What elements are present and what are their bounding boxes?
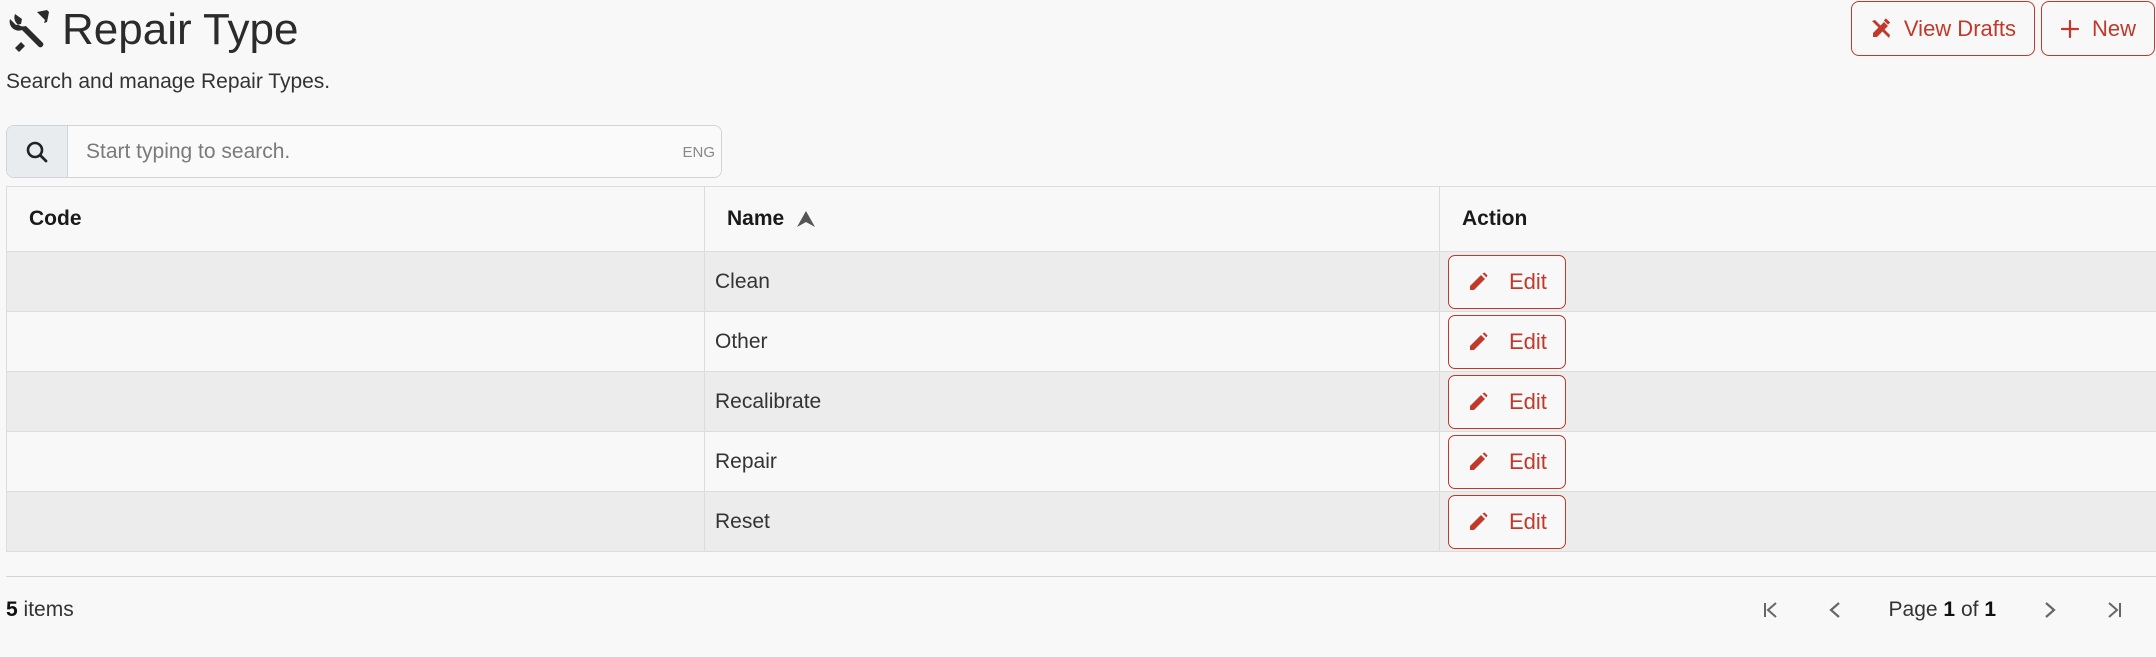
name-value: Repair [715,449,777,473]
pencil-icon [1470,272,1488,290]
edit-label: Edit [1509,328,1547,354]
edit-button[interactable]: Edit [1448,374,1566,429]
name-value: Reset [715,509,770,533]
name-value: Other [715,329,768,353]
edit-label: Edit [1509,388,1547,414]
items-count: 5 items [6,598,74,622]
cell-code [6,311,705,372]
last-page-icon [2108,602,2121,618]
sort-ascending-icon [797,211,816,227]
cell-name: Clean [704,251,1440,312]
cell-action: Edit [1439,251,2156,312]
current-page: 1 [1943,598,1956,621]
edit-label: Edit [1509,448,1547,474]
tools-icon [6,7,52,53]
chevron-right-icon [2045,602,2056,618]
top-actions: View Drafts New [1850,1,2155,56]
edit-button[interactable]: Edit [1448,434,1566,489]
search-icon [7,126,68,177]
column-header-name[interactable]: Name [704,186,1440,252]
name-value: Clean [715,269,770,293]
items-count-number: 5 [6,598,18,621]
repair-type-page: Repair Type Search and manage Repair Typ… [0,0,2156,657]
table-body: Clean Edit Other Edit Recalibrate Edit Repair E… [6,251,2156,552]
name-value: Recalibrate [715,389,822,413]
table-row: Repair Edit [6,431,2156,492]
next-page-button[interactable] [2018,588,2082,632]
of-label: of [1960,598,1979,621]
new-label: New [2091,15,2136,41]
column-header-code[interactable]: Code [6,186,705,252]
table-row: Recalibrate Edit [6,371,2156,432]
footer-divider [6,576,2156,577]
column-header-code-label: Code [29,207,82,230]
cell-action: Edit [1439,491,2156,552]
cell-name: Reset [704,491,1440,552]
ime-indicator: ENG [682,144,715,161]
cell-code [6,491,705,552]
edit-label: Edit [1509,508,1547,534]
cell-action: Edit [1439,431,2156,492]
cell-action: Edit [1439,371,2156,432]
first-page-icon [1763,602,1777,618]
pencil-icon [1470,452,1488,470]
edit-button[interactable]: Edit [1448,494,1566,549]
last-page-button[interactable] [2082,588,2146,632]
search-input[interactable] [68,126,721,177]
cell-action: Edit [1439,311,2156,372]
table-header-row: Code Name Action [6,186,2156,252]
chevron-left-icon [1828,602,1840,618]
pencil-icon [1470,392,1488,410]
previous-page-button[interactable] [1803,588,1867,632]
table-row: Other Edit [6,311,2156,372]
cell-name: Other [704,311,1440,372]
items-count-label: items [23,598,74,621]
repair-type-table: Code Name Action Clean Edit Other Edit R… [6,186,2156,552]
page-subtitle: Search and manage Repair Types. [6,70,331,93]
column-header-name-label: Name [727,207,785,230]
pencil-icon [1470,332,1488,350]
pagination: Page 1 of 1 [1739,588,2146,632]
page-title: Repair Type [62,5,299,54]
total-pages: 1 [1984,598,1996,621]
cell-code [6,431,705,492]
column-header-action: Action [1439,186,2156,252]
search-bar: ENG [6,125,722,178]
edit-button[interactable]: Edit [1448,254,1566,309]
new-button[interactable]: New [2040,1,2155,56]
page-header: Repair Type [6,4,298,56]
plus-icon [2060,19,2080,38]
table-row: Reset Edit [6,491,2156,552]
edit-button[interactable]: Edit [1448,314,1566,369]
edit-label: Edit [1509,268,1547,294]
drafts-icon [1871,17,1891,38]
cell-code [6,371,705,432]
cell-code [6,251,705,312]
page-indicator: Page 1 of 1 [1889,598,1996,622]
view-drafts-button[interactable]: View Drafts [1850,1,2035,56]
cell-name: Recalibrate [704,371,1440,432]
pencil-icon [1470,512,1488,530]
first-page-button[interactable] [1739,588,1803,632]
table-row: Clean Edit [6,251,2156,312]
page-label: Page [1888,598,1938,621]
cell-name: Repair [704,431,1440,492]
column-header-action-label: Action [1462,207,1528,230]
view-drafts-label: View Drafts [1903,15,2016,41]
